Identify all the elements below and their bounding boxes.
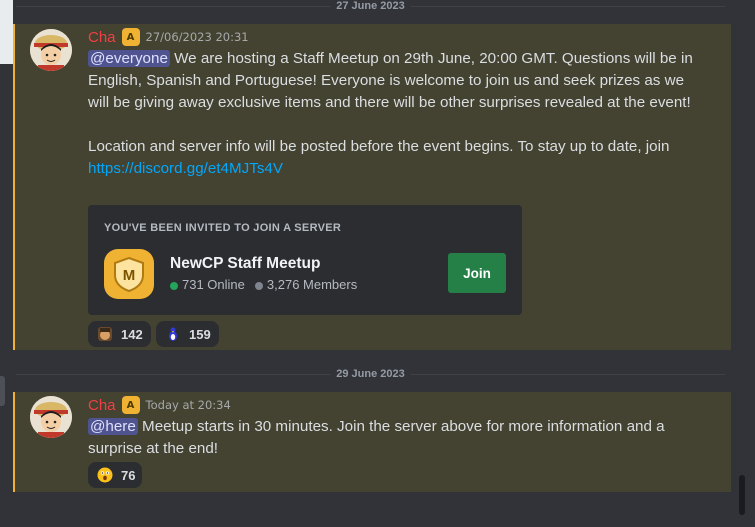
role-badge-icon[interactable]: A: [121, 28, 140, 46]
mention-here[interactable]: @here: [88, 418, 138, 435]
avatar[interactable]: [30, 29, 72, 71]
reaction-button[interactable]: 76: [88, 462, 142, 488]
background-window-sliver: [0, 0, 13, 64]
message-highlighted[interactable]: Cha A 27/06/2023 20:31 @everyone We are …: [13, 24, 731, 350]
message-content: @everyone We are hosting a Staff Meetup …: [88, 48, 708, 180]
server-name[interactable]: NewCP Staff Meetup: [170, 255, 320, 273]
scroll-indicator: [0, 376, 5, 406]
server-stats: 731 Online 3,276 Members: [170, 277, 357, 292]
mention-everyone[interactable]: @everyone: [88, 50, 170, 67]
online-count: 731 Online: [170, 277, 245, 292]
server-icon[interactable]: M: [104, 249, 154, 299]
invite-link[interactable]: https://discord.gg/et4MJTs4V: [88, 160, 283, 177]
timestamp[interactable]: Today at 20:34: [146, 398, 231, 412]
invite-header: YOU'VE BEEN INVITED TO JOIN A SERVER: [104, 222, 342, 234]
reaction-count: 76: [121, 467, 136, 483]
author-name[interactable]: Cha: [88, 29, 116, 46]
message-highlighted[interactable]: Cha A Today at 20:34 @here Meetup starts…: [13, 392, 731, 492]
role-badge-icon[interactable]: A: [121, 396, 140, 414]
join-button[interactable]: Join: [448, 253, 506, 293]
message-text: We are hosting a Staff Meetup on 29th Ju…: [88, 50, 693, 111]
message-text-2: Location and server info will be posted …: [88, 138, 670, 155]
custom-face-emoji-icon: [97, 326, 113, 342]
custom-penguin-emoji-icon: [165, 326, 181, 342]
server-invite-card: YOU'VE BEEN INVITED TO JOIN A SERVER M N…: [88, 205, 522, 315]
member-dot-icon: [254, 281, 263, 290]
hushed-face-emoji-icon: [97, 467, 113, 483]
member-count: 3,276 Members: [254, 277, 357, 292]
server-icon-letter: M: [123, 267, 136, 284]
timestamp[interactable]: 27/06/2023 20:31: [146, 30, 249, 44]
message-text: Meetup starts in 30 minutes. Join the se…: [88, 418, 665, 457]
date-divider-label: 29 June 2023: [330, 368, 411, 380]
scrollbar-thumb[interactable]: [739, 475, 745, 515]
reaction-count: 142: [121, 326, 143, 342]
message-header: Cha A Today at 20:34: [88, 395, 231, 415]
author-name[interactable]: Cha: [88, 397, 116, 414]
online-dot-icon: [170, 281, 178, 290]
avatar[interactable]: [30, 396, 72, 438]
date-divider: 29 June 2023: [16, 368, 725, 380]
reaction-count: 159: [189, 326, 211, 342]
message-content: @here Meetup starts in 30 minutes. Join …: [88, 416, 708, 460]
reaction-button[interactable]: 159: [156, 321, 219, 347]
reaction-button[interactable]: 142: [88, 321, 151, 347]
date-divider-label: 27 June 2023: [330, 0, 411, 12]
message-header: Cha A 27/06/2023 20:31: [88, 27, 249, 47]
date-divider: 27 June 2023: [16, 0, 725, 12]
shield-icon: M: [114, 256, 144, 293]
